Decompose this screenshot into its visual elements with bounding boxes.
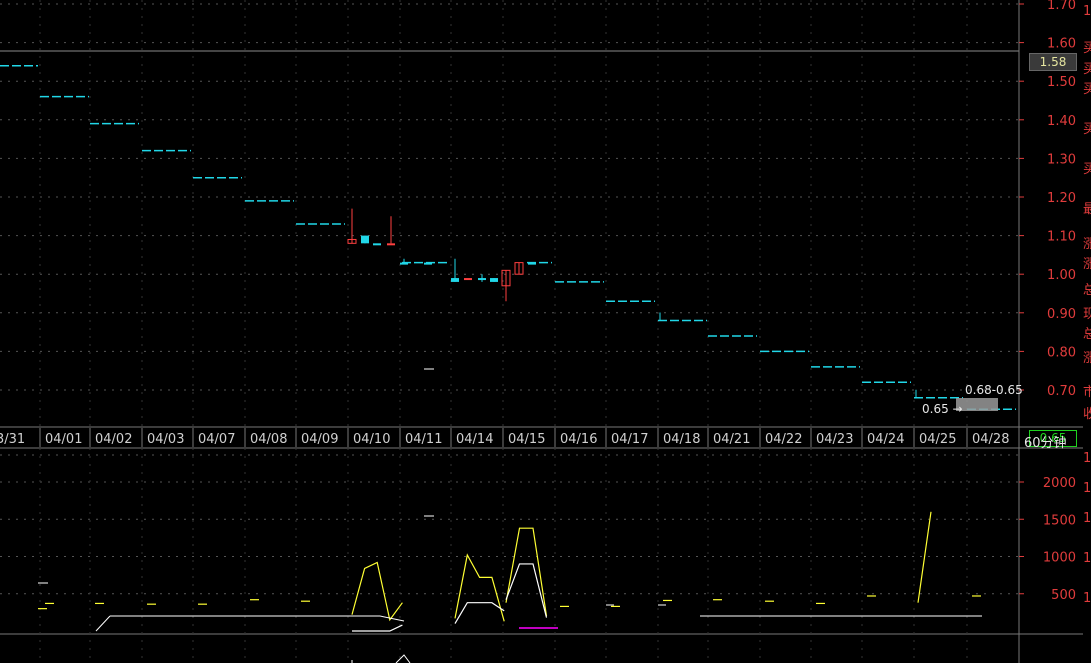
indicator-tail: [395, 654, 411, 663]
date-label: 04/07: [198, 432, 235, 447]
volume-tick-label: 500: [1051, 588, 1076, 603]
edge-glyph: 1: [1083, 481, 1091, 496]
date-label: 04/24: [867, 432, 904, 447]
current-price-label: 1.58: [1029, 53, 1077, 71]
edge-glyph: 收: [1083, 407, 1091, 422]
candle-body: [464, 278, 472, 281]
edge-glyph: 1: [1083, 511, 1091, 526]
edge-glyph: 买: [1083, 62, 1091, 77]
date-label: 04/25: [919, 432, 956, 447]
candle-body: [451, 278, 459, 282]
edge-glyph: 总: [1083, 327, 1091, 342]
edge-glyph: 涨: [1083, 237, 1091, 252]
date-label: 04/23: [816, 432, 853, 447]
chart-grid: [0, 0, 1083, 663]
date-label: 04/22: [765, 432, 802, 447]
edge-glyph: 1: [1083, 551, 1091, 566]
candle-body: [361, 235, 369, 244]
price-tick-label: 1.40: [1047, 114, 1076, 129]
price-tick-label: 1.60: [1047, 37, 1076, 52]
edge-glyph: 涨: [1083, 351, 1091, 366]
candle-body: [478, 278, 486, 281]
edge-glyph: 市: [1083, 385, 1091, 400]
period-selector[interactable]: 60分钟: [1024, 432, 1067, 451]
candle-body: [490, 278, 498, 282]
candle-body: [424, 262, 432, 265]
cursor-price-label: 0.65 →: [922, 402, 963, 416]
date-label: 04/02: [95, 432, 132, 447]
edge-glyph: 买: [1083, 162, 1091, 177]
edge-glyph: 买: [1083, 122, 1091, 137]
date-label: 3/31: [0, 432, 25, 447]
volume-series[interactable]: [38, 368, 982, 663]
edge-glyph: 涨: [1083, 257, 1091, 272]
edge-glyph: 1: [1083, 591, 1091, 606]
volume-axis: 2000 1500 1000 500: [1019, 476, 1076, 603]
price-tick-label: 0.80: [1047, 345, 1076, 360]
price-tick-label: 1.70: [1047, 0, 1076, 13]
edge-glyph: 买: [1083, 41, 1091, 56]
right-info-panel-edge: 1买买买买买最涨涨总现总涨市收11111: [1083, 0, 1091, 663]
date-label: 04/21: [713, 432, 750, 447]
limit-level-marks: [0, 65, 1016, 411]
arrow-right-icon: →: [952, 402, 963, 416]
date-label: 04/16: [560, 432, 597, 447]
candle-body: [373, 243, 381, 246]
date-label: 04/11: [405, 432, 442, 447]
price-tick-label: 1.30: [1047, 152, 1076, 167]
date-label: 04/28: [972, 432, 1009, 447]
date-label: 04/09: [301, 432, 338, 447]
date-label: 04/01: [45, 432, 82, 447]
date-label: 04/15: [508, 432, 545, 447]
date-label: 04/03: [147, 432, 184, 447]
candle-body: [387, 243, 395, 246]
volume-tick-label: 1500: [1043, 513, 1076, 528]
edge-glyph: 最: [1083, 202, 1091, 217]
date-label: 04/14: [456, 432, 493, 447]
candlestick-series[interactable]: [347, 208, 536, 302]
date-label: 04/10: [353, 432, 390, 447]
price-range-label: 0.68-0.65: [965, 383, 1023, 397]
kline-chart-canvas[interactable]: 1.70 1.60 1.50 1.40 1.30 1.20 1.10 1.00 0.90 0.80…: [0, 0, 1091, 663]
price-tick-label: 1.50: [1047, 75, 1076, 90]
date-label: 04/17: [611, 432, 648, 447]
volume-baseline: [95, 615, 111, 632]
volume-line-white: [454, 602, 505, 624]
volume-line-yellow: [917, 511, 932, 603]
edge-glyph: 1: [1083, 4, 1091, 19]
date-label: 04/18: [663, 432, 700, 447]
price-tick-label: 0.70: [1047, 384, 1076, 399]
date-axis: 3/31 04/01 04/02 04/03 04/07 04/08 04/09 04/10 0…: [0, 428, 1009, 447]
volume-line-yellow: [505, 527, 548, 617]
volume-tick-label: 2000: [1043, 476, 1076, 491]
price-tick-label: 1.20: [1047, 191, 1076, 206]
edge-glyph: 总: [1083, 283, 1091, 298]
candle-body: [400, 262, 408, 265]
edge-glyph: 现: [1083, 307, 1091, 322]
edge-glyph: 买: [1083, 82, 1091, 97]
price-tick-label: 0.90: [1047, 307, 1076, 322]
date-label: 04/08: [250, 432, 287, 447]
volume-tick-label: 1000: [1043, 551, 1076, 566]
edge-glyph: 1: [1083, 451, 1091, 466]
price-tick-label: 1.10: [1047, 230, 1076, 245]
price-tick-label: 1.00: [1047, 268, 1076, 283]
volume-line-white: [352, 624, 403, 632]
candle-body: [528, 262, 536, 265]
volume-line-yellow: [351, 561, 403, 622]
